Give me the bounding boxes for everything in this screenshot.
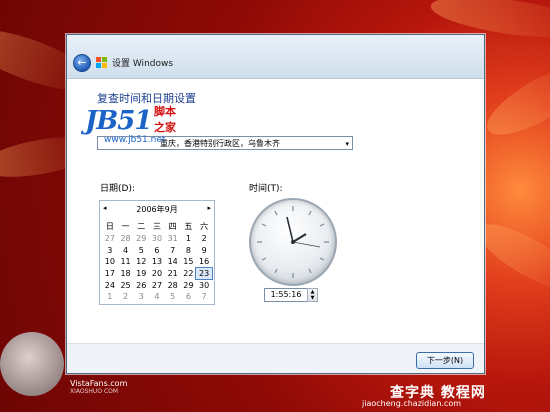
calendar-day[interactable]: 5 <box>133 245 149 257</box>
calendar-day[interactable]: 1 <box>181 233 197 245</box>
chevron-down-icon: ▾ <box>345 140 349 148</box>
setup-window: ← 设置 Windows 复查时间和日期设置 重庆，香港特别行政区，乌鲁木齐 ▾… <box>66 34 485 374</box>
weekday-header: 五 <box>184 221 193 231</box>
calendar-day[interactable]: 27 <box>149 279 165 291</box>
calendar-month-title[interactable]: 2006年9月 <box>100 204 214 215</box>
calendar-day[interactable]: 30 <box>196 279 212 291</box>
calendar-week-row: 24 25 26 27 28 29 30 <box>102 279 212 291</box>
vistafans-logo-icon <box>0 332 64 396</box>
weekday-header: 六 <box>200 221 209 231</box>
calendar-day[interactable]: 25 <box>118 279 134 291</box>
calendar-day[interactable]: 9 <box>196 245 212 257</box>
calendar-day[interactable]: 6 <box>181 291 197 303</box>
jb51-watermark-logo: JB51 <box>85 106 152 136</box>
calendar-day[interactable]: 28 <box>165 279 181 291</box>
calendar-days: 27 28 29 30 31 1 2 3 4 5 6 7 8 9 10 11 12 13 14 15 16 17 18 19 2… <box>102 233 213 303</box>
calendar-grid: 日一二三四五六 27 28 29 30 31 1 2 3 4 5 6 7 8 9 10 11 12 13 14 15 1… <box>102 219 213 303</box>
weekday-header: 一 <box>121 221 130 231</box>
watermark-tagline-1: 脚本 <box>154 105 176 118</box>
calendar-day[interactable]: 11 <box>118 256 134 268</box>
watermark-url: www.jb51.net <box>104 135 166 145</box>
next-month-icon[interactable]: ▸ <box>207 204 211 212</box>
calendar-day[interactable]: 3 <box>102 245 118 257</box>
timezone-value: 重庆，香港特别行政区，乌鲁木齐 <box>160 139 280 148</box>
calendar-day[interactable]: 21 <box>165 268 181 280</box>
windows-logo-icon <box>96 57 107 68</box>
clock-face-icon <box>257 206 329 278</box>
title-bar: ← 设置 Windows <box>67 35 484 79</box>
calendar-week-row: 17 18 19 20 21 22 23 <box>102 266 213 281</box>
time-spinner[interactable]: ▲ ▼ <box>307 288 318 302</box>
vistafans-name: VistaFans.com <box>70 379 128 388</box>
vistafans-sub: XIAOSHUO COM <box>70 388 119 395</box>
window-title: 设置 Windows <box>112 59 174 69</box>
calendar-day[interactable]: 6 <box>149 245 165 257</box>
calendar-day[interactable]: 14 <box>165 256 181 268</box>
calendar-day[interactable]: 2 <box>118 291 134 303</box>
calendar-day[interactable]: 4 <box>118 245 134 257</box>
time-input[interactable]: 1:55:16 <box>264 288 308 302</box>
calendar-day[interactable]: 7 <box>165 245 181 257</box>
calendar-day[interactable]: 16 <box>196 256 212 268</box>
calendar-day[interactable]: 3 <box>133 291 149 303</box>
date-label: 日期(D): <box>100 184 135 194</box>
weekday-header: 三 <box>152 221 161 231</box>
calendar-day[interactable]: 22 <box>181 268 197 280</box>
chazidian-url: jiaocheng.chazidian.com <box>362 399 462 408</box>
calendar-week-row: 1234567 <box>102 291 212 303</box>
time-label: 时间(T): <box>249 184 283 194</box>
hour-hand <box>292 233 307 243</box>
calendar-day[interactable]: 17 <box>102 268 118 280</box>
back-arrow-icon[interactable]: ← <box>73 54 91 72</box>
calendar-day[interactable]: 24 <box>102 279 118 291</box>
weekday-header: 四 <box>168 221 177 231</box>
weekday-header: 二 <box>137 221 146 231</box>
page-heading: 复查时间和日期设置 <box>97 92 196 105</box>
calendar-day[interactable]: 31 <box>165 233 181 245</box>
calendar-day[interactable]: 19 <box>133 268 149 280</box>
calendar-day[interactable]: 30 <box>149 233 165 245</box>
calendar-day[interactable]: 7 <box>196 291 212 303</box>
calendar-day[interactable]: 23 <box>195 266 213 281</box>
calendar-day[interactable]: 2 <box>196 233 212 245</box>
calendar-week-row: 3456789 <box>102 245 212 257</box>
calendar-day[interactable]: 12 <box>133 256 149 268</box>
calendar-day[interactable]: 26 <box>133 279 149 291</box>
calendar-day[interactable]: 13 <box>149 256 165 268</box>
next-button[interactable]: 下一步(N) <box>416 352 474 369</box>
calendar-day[interactable]: 4 <box>149 291 165 303</box>
calendar-day[interactable]: 28 <box>118 233 134 245</box>
background-petal <box>478 52 550 148</box>
calendar-week-row: 10 11 12 13 14 15 16 <box>102 256 212 268</box>
calendar-day[interactable]: 8 <box>181 245 197 257</box>
calendar-week-row: 27 28 29 30 31 1 2 <box>102 233 212 245</box>
minute-hand <box>286 216 294 243</box>
calendar-day[interactable]: 10 <box>102 256 118 268</box>
analog-clock <box>249 198 337 286</box>
second-hand <box>292 241 321 248</box>
calendar: ◂ 2006年9月 ▸ 日一二三四五六 27 28 29 30 31 1 2 3 4 5 6 7 8 9 1… <box>99 200 215 305</box>
calendar-day[interactable]: 15 <box>181 256 197 268</box>
calendar-day[interactable]: 27 <box>102 233 118 245</box>
calendar-day[interactable]: 29 <box>133 233 149 245</box>
calendar-day[interactable]: 29 <box>181 279 197 291</box>
weekday-header: 日 <box>105 221 114 231</box>
calendar-day[interactable]: 5 <box>165 291 181 303</box>
calendar-day[interactable]: 18 <box>118 268 134 280</box>
weekday-header-row: 日一二三四五六 <box>102 219 212 233</box>
calendar-day[interactable]: 1 <box>102 291 118 303</box>
watermark-tagline-2: 之家 <box>154 121 176 134</box>
calendar-day[interactable]: 20 <box>149 268 165 280</box>
